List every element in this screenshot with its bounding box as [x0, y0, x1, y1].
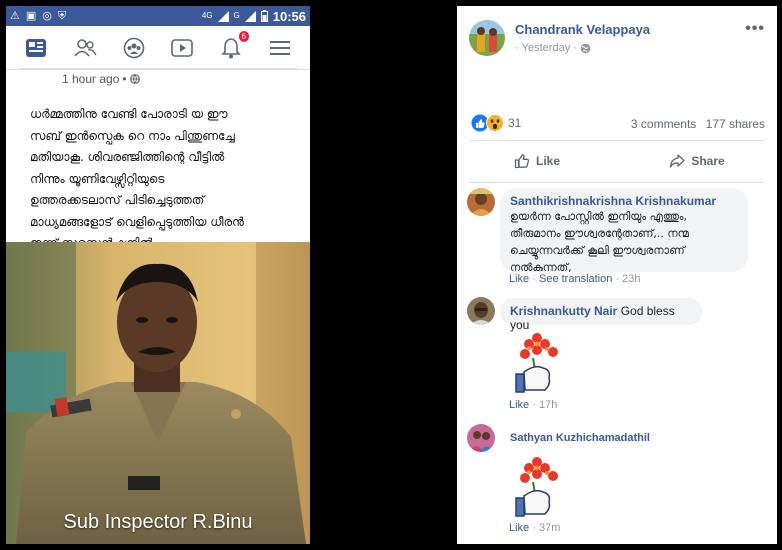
post-text-line: സബ് ഇൻസ്പെക റെ നാം പിന്തുണച്ചേ [30, 128, 235, 143]
notification-badge: 6 [238, 30, 249, 42]
comment-like-link[interactable]: Like [509, 522, 529, 534]
more-options-button[interactable]: ••• [745, 20, 765, 38]
post-text-line: മാധ്യമങ്ങളോട് വെളിപ്പെടുത്തിയ ധീരൻ [30, 214, 244, 229]
phone-screenshot: ⚠ ▣ ◎ ⛨ 4G G 10:56 6 1 hour ago • ധർമ്മത… [6, 6, 310, 544]
menu-icon[interactable] [267, 35, 293, 61]
notifications-icon[interactable]: 6 [218, 30, 249, 61]
see-translation-link[interactable]: See translation [539, 273, 612, 285]
comment-time[interactable]: 17h [539, 399, 557, 411]
globe-icon [129, 74, 140, 84]
comment-text: ഉയർന്ന പോസ്റ്റിൽ ഇനിയും എത്തും, തീരുമാനം… [510, 210, 689, 274]
warning-icon: ⚠ [10, 9, 20, 22]
commenter-avatar[interactable] [467, 424, 495, 452]
comment-bubble: Santhikrishnakrishna Krishnakumar ഉയർന്ന… [500, 188, 748, 274]
shares-count[interactable]: 177 shares [706, 117, 765, 131]
groups-icon[interactable] [121, 35, 147, 61]
commenter-name[interactable]: Krishnankutty Nair [510, 304, 617, 318]
comment-time[interactable]: 23h [622, 273, 640, 285]
poster-name[interactable]: Chandrank Velappaya [515, 22, 650, 37]
commenter-name[interactable]: Sathyan Kuzhichamadathil [510, 432, 650, 444]
commenter-photo [467, 424, 495, 452]
commenter-avatar[interactable] [467, 188, 495, 216]
reaction-count: 31 [508, 116, 522, 130]
news-feed-icon[interactable] [23, 35, 49, 61]
post-timestamp: 1 hour ago • [62, 72, 140, 86]
network-type-4g: 4G [201, 11, 213, 20]
post-text-line: ധർമ്മത്തിനു വേണ്ടി പോരാടി യ ഈ [30, 107, 228, 121]
facebook-nav-bar: 6 [6, 26, 310, 70]
divider [469, 140, 765, 141]
flower-sticker [515, 333, 558, 393]
comment-bubble: Krishnankutty Nair God bless you [500, 298, 702, 332]
share-label: Share [691, 154, 725, 168]
friends-icon[interactable] [72, 35, 98, 61]
photo-caption: Sub Inspector R.Binu [63, 511, 253, 533]
poster-avatar[interactable] [469, 20, 505, 56]
comment-time[interactable]: 37m [539, 522, 560, 534]
reaction-summary[interactable]: 31 [471, 114, 521, 132]
signal-icon-2 [244, 10, 256, 22]
poster-photo [469, 20, 505, 56]
whatsapp-icon: ◎ [42, 9, 52, 22]
signal-icon [217, 10, 229, 22]
shield-icon: ⛨ [57, 9, 67, 22]
like-label: Like [535, 154, 560, 168]
post-text-line: ഉത്തരക്കടലാസ് പിടിച്ചെടുത്തത് [30, 193, 205, 207]
post-photo[interactable]: Sub Inspector R.Binu [6, 242, 310, 544]
commenter-photo [467, 188, 495, 216]
thumbs-up-icon [514, 154, 530, 169]
commenter-name[interactable]: Santhikrishnakrishna Krishnakumar [510, 194, 738, 208]
comment-meta: Like · 17h [509, 399, 558, 411]
share-arrow-icon [670, 154, 685, 168]
post-top-divider [18, 68, 298, 69]
clock: 10:56 [272, 8, 306, 24]
android-status-bar: ⚠ ▣ ◎ ⛨ 4G G 10:56 [6, 6, 310, 26]
officer-photo-illustration [6, 242, 310, 544]
wow-reaction-icon [486, 114, 504, 132]
commenter-avatar[interactable] [467, 297, 495, 325]
comment-meta: Like · 37m [509, 522, 561, 534]
post-actions: Like Share [457, 146, 777, 176]
facebook-post-panel: Chandrank Velappaya · Yesterday · ••• 31… [457, 6, 777, 544]
notification-icons: ⚠ ▣ ◎ ⛨ [10, 9, 67, 22]
post-text-line: നിന്നും യൂണിവേഴ്സിറ്റിയുടെ [30, 171, 165, 186]
comment-like-link[interactable]: Like [509, 399, 529, 411]
comment-meta: Like · See translation · 23h [509, 273, 641, 285]
image-icon: ▣ [25, 9, 37, 22]
globe-icon [580, 43, 591, 53]
comment-like-link[interactable]: Like [509, 273, 529, 285]
post-stats: 3 comments 177 shares [631, 117, 765, 131]
watch-icon[interactable] [169, 35, 195, 61]
battery-icon [260, 10, 268, 22]
post-time-text[interactable]: Yesterday [522, 42, 571, 54]
flower-sticker [515, 457, 558, 517]
post-text-line: മതിയാകൂ. ശിവരഞ്ജിത്തിന്റെ വീട്ടിൽ [30, 150, 225, 164]
post-time: · Yesterday · [515, 42, 591, 54]
comments-count[interactable]: 3 comments [631, 117, 696, 131]
network-type-g: G [233, 11, 240, 20]
share-button[interactable]: Share [617, 146, 777, 176]
divider [469, 182, 765, 183]
post-text: ധർമ്മത്തിനു വേണ്ടി പോരാടി യ ഈ സബ് ഇൻസ്പെ… [30, 104, 296, 255]
like-button[interactable]: Like [457, 146, 617, 176]
commenter-photo [467, 297, 495, 325]
